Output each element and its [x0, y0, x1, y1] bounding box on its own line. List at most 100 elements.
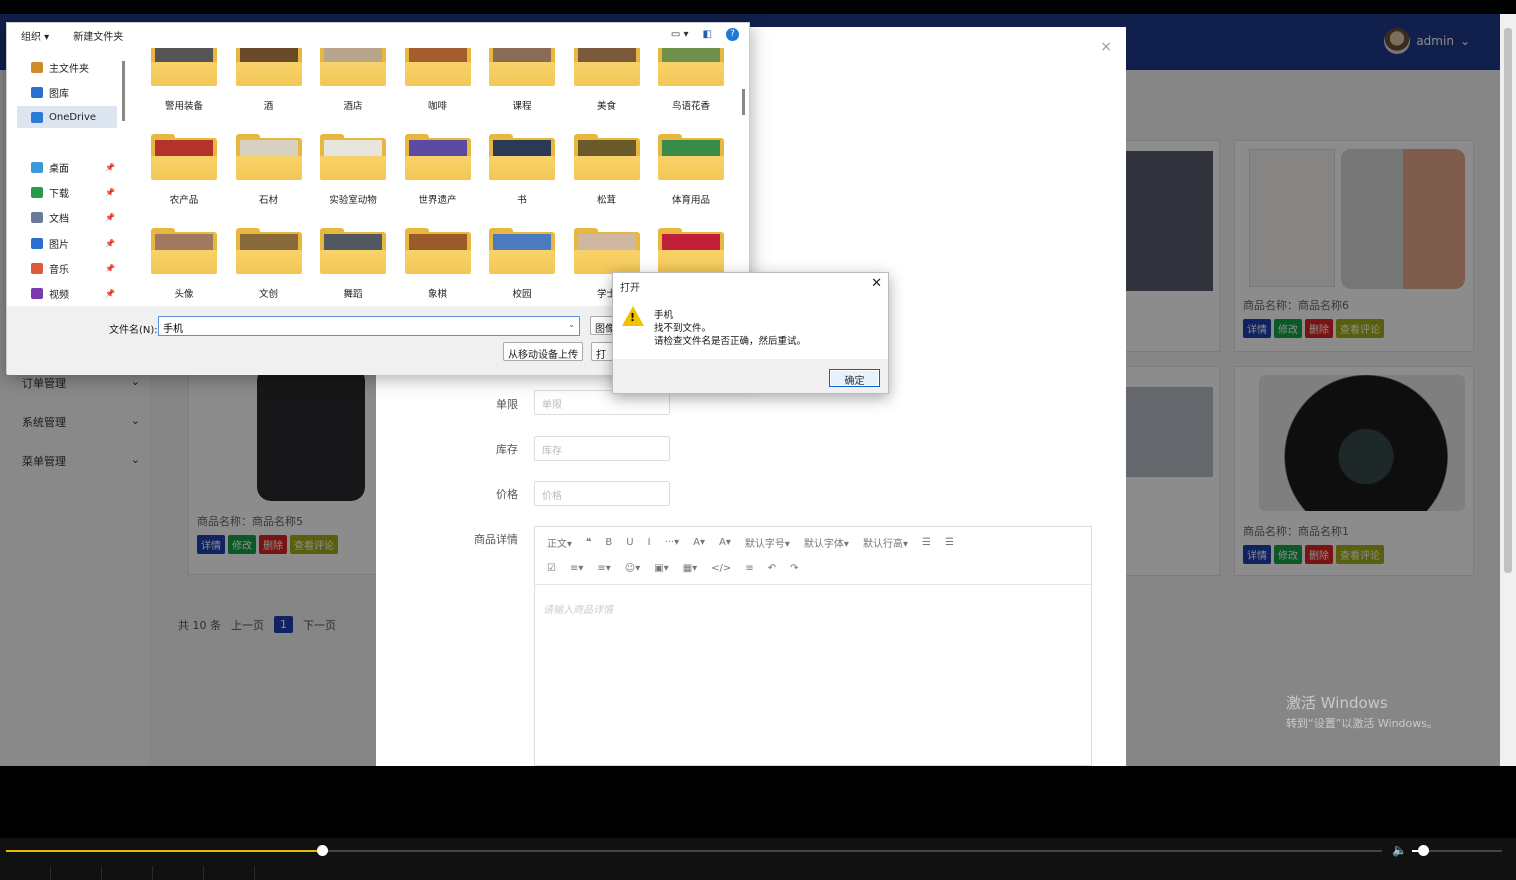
editor-tool-button[interactable]: ≡	[745, 563, 753, 574]
editor-tool-button[interactable]: ≡▾	[570, 563, 583, 574]
nav-item-label: 桌面	[49, 163, 69, 175]
editor-tool-button[interactable]: 默认行高▾	[863, 535, 908, 550]
folder-item[interactable]: 酒店	[318, 48, 388, 112]
new-folder-button[interactable]: 新建文件夹	[73, 28, 123, 43]
folder-icon	[151, 226, 217, 274]
folder-icon	[573, 132, 640, 180]
folder-item[interactable]: 鸟语花香	[656, 48, 726, 112]
folder-grid: 警用装备 酒 酒店 咖啡 课程 美食 鸟语花香农产品 石材 实验室动物 世界遗产 书 松茸 体育用品头像…	[135, 48, 741, 306]
dialog-title: 打开	[613, 273, 888, 297]
folder-item[interactable]: 课程	[487, 48, 557, 112]
folder-item[interactable]: 实验室动物	[318, 132, 388, 206]
folder-label: 文创	[258, 289, 278, 300]
folder-item[interactable]: 酒	[234, 48, 304, 112]
desktop-icon	[31, 161, 43, 173]
pin-icon: 📌	[105, 288, 115, 298]
price-input[interactable]: 价格	[534, 481, 670, 506]
folder-item[interactable]: 校园	[487, 226, 557, 300]
view-icon[interactable]: ▭ ▾	[671, 29, 689, 40]
nav-item-label: 图片	[49, 239, 69, 251]
folder-item[interactable]: 美食	[572, 48, 642, 112]
help-icon[interactable]: ?	[726, 28, 739, 41]
folder-item[interactable]: 文创	[234, 226, 304, 300]
nav-item-desktop[interactable]: 桌面 📌	[17, 156, 117, 178]
activation-watermark: 激活 Windows 转到“设置”以激活 Windows。	[1286, 692, 1438, 731]
stock-input[interactable]: 库存	[534, 436, 670, 461]
editor-tool-button[interactable]: ≡▾	[597, 563, 610, 574]
organize-menu[interactable]: 组织 ▾	[21, 28, 49, 43]
nav-item-cloud[interactable]: OneDrive	[17, 106, 117, 128]
message-hint: 请检查文件名是否正确，然后重试。	[654, 336, 807, 347]
volume-slider[interactable]	[1412, 845, 1502, 856]
editor-tool-button[interactable]: A▾	[719, 537, 731, 548]
cloud-icon	[31, 111, 43, 123]
close-icon[interactable]: ×	[1100, 39, 1112, 55]
nav-item-home[interactable]: 主文件夹	[17, 56, 117, 78]
editor-tool-button[interactable]: ▦▾	[683, 563, 697, 574]
editor-tool-button[interactable]: ▣▾	[654, 563, 668, 574]
folder-item[interactable]: 石材	[234, 132, 304, 206]
pin-icon: 📌	[105, 162, 115, 172]
folder-item[interactable]: 头像	[149, 226, 219, 300]
editor-tool-button[interactable]: </>	[711, 563, 731, 574]
editor-tool-button[interactable]: ☺▾	[625, 563, 640, 574]
nav-item-download[interactable]: 下载 📌	[17, 181, 117, 203]
folder-item[interactable]: 世界遗产	[403, 132, 473, 206]
editor-tool-button[interactable]: B	[605, 537, 612, 548]
folder-icon	[320, 132, 386, 180]
editor-tool-button[interactable]: 默认字体▾	[804, 535, 849, 550]
folder-item[interactable]: 警用装备	[149, 48, 219, 112]
message-filename: 手机	[654, 310, 674, 321]
ok-button[interactable]: 确定	[829, 369, 880, 387]
grid-scrollbar[interactable]	[742, 89, 745, 115]
nav-item-music[interactable]: 音乐 📌	[17, 257, 117, 279]
seek-bar[interactable]	[6, 845, 1382, 856]
editor-tool-button[interactable]: ☑	[547, 563, 556, 574]
editor-tool-button[interactable]: ☰	[945, 537, 954, 548]
seek-handle[interactable]	[317, 845, 329, 856]
watermark-subtitle: 转到“设置”以激活 Windows。	[1286, 717, 1438, 730]
folder-item[interactable]: 书	[487, 132, 557, 206]
editor-tool-button[interactable]: 正文▾	[547, 535, 572, 550]
editor-tool-button[interactable]: A▾	[693, 537, 705, 548]
scrollbar-thumb[interactable]	[1504, 28, 1512, 573]
rich-text-editor[interactable]: 正文▾ ❝ B U I ···▾ A▾ A▾ 默认字号▾ 默认字体▾ 默认行高▾ ☰ ☰ ☑ ≡▾ ≡▾ ☺▾…	[534, 526, 1092, 766]
preview-pane-icon[interactable]: ◧	[703, 29, 712, 40]
editor-tool-button[interactable]: ❝	[586, 537, 591, 548]
volume-icon[interactable]: 🔈	[1392, 843, 1407, 857]
filename-label: 文件名(N):	[109, 325, 158, 336]
editor-tool-button[interactable]: I	[648, 537, 651, 548]
nav-item-video[interactable]: 视频 📌	[17, 282, 117, 304]
close-icon[interactable]: ✕	[871, 276, 882, 291]
folder-item[interactable]: 体育用品	[656, 132, 726, 206]
folder-label: 实验室动物	[329, 195, 377, 206]
folder-label: 舞蹈	[343, 289, 363, 300]
editor-tool-button[interactable]: ···▾	[665, 537, 680, 548]
folder-label: 书	[517, 195, 527, 206]
nav-item-pictures[interactable]: 图片 📌	[17, 232, 117, 254]
editor-tool-button[interactable]: ☰	[922, 537, 931, 548]
filename-input[interactable]: 手机 ⌄	[158, 316, 580, 336]
folder-icon	[151, 48, 217, 86]
nav-item-label: 视频	[49, 289, 69, 301]
folder-item[interactable]: 舞蹈	[318, 226, 388, 300]
document-icon	[31, 211, 43, 223]
chevron-down-icon[interactable]: ⌄	[568, 320, 575, 329]
nav-item-gallery[interactable]: 图库	[17, 81, 117, 103]
editor-tool-button[interactable]: ↶	[768, 563, 776, 574]
folder-item[interactable]: 咖啡	[403, 48, 473, 112]
nav-scrollbar[interactable]	[122, 61, 125, 121]
editor-tool-button[interactable]: ↷	[790, 563, 798, 574]
editor-tool-button[interactable]: U	[626, 537, 633, 548]
upload-from-device-button[interactable]: 从移动设备上传	[503, 342, 583, 361]
editor-tool-button[interactable]: 默认字号▾	[745, 535, 790, 550]
nav-item-document[interactable]: 文档 📌	[17, 206, 117, 228]
folder-item[interactable]: 农产品	[149, 132, 219, 206]
page-scrollbar[interactable]	[1500, 14, 1516, 766]
folder-item[interactable]: 松茸	[572, 132, 642, 206]
folder-label: 石材	[258, 195, 278, 206]
volume-handle[interactable]	[1417, 845, 1429, 856]
folder-label: 鸟语花香	[671, 101, 710, 112]
folder-item[interactable]: 象棋	[403, 226, 473, 300]
folder-label: 酒店	[343, 101, 363, 112]
